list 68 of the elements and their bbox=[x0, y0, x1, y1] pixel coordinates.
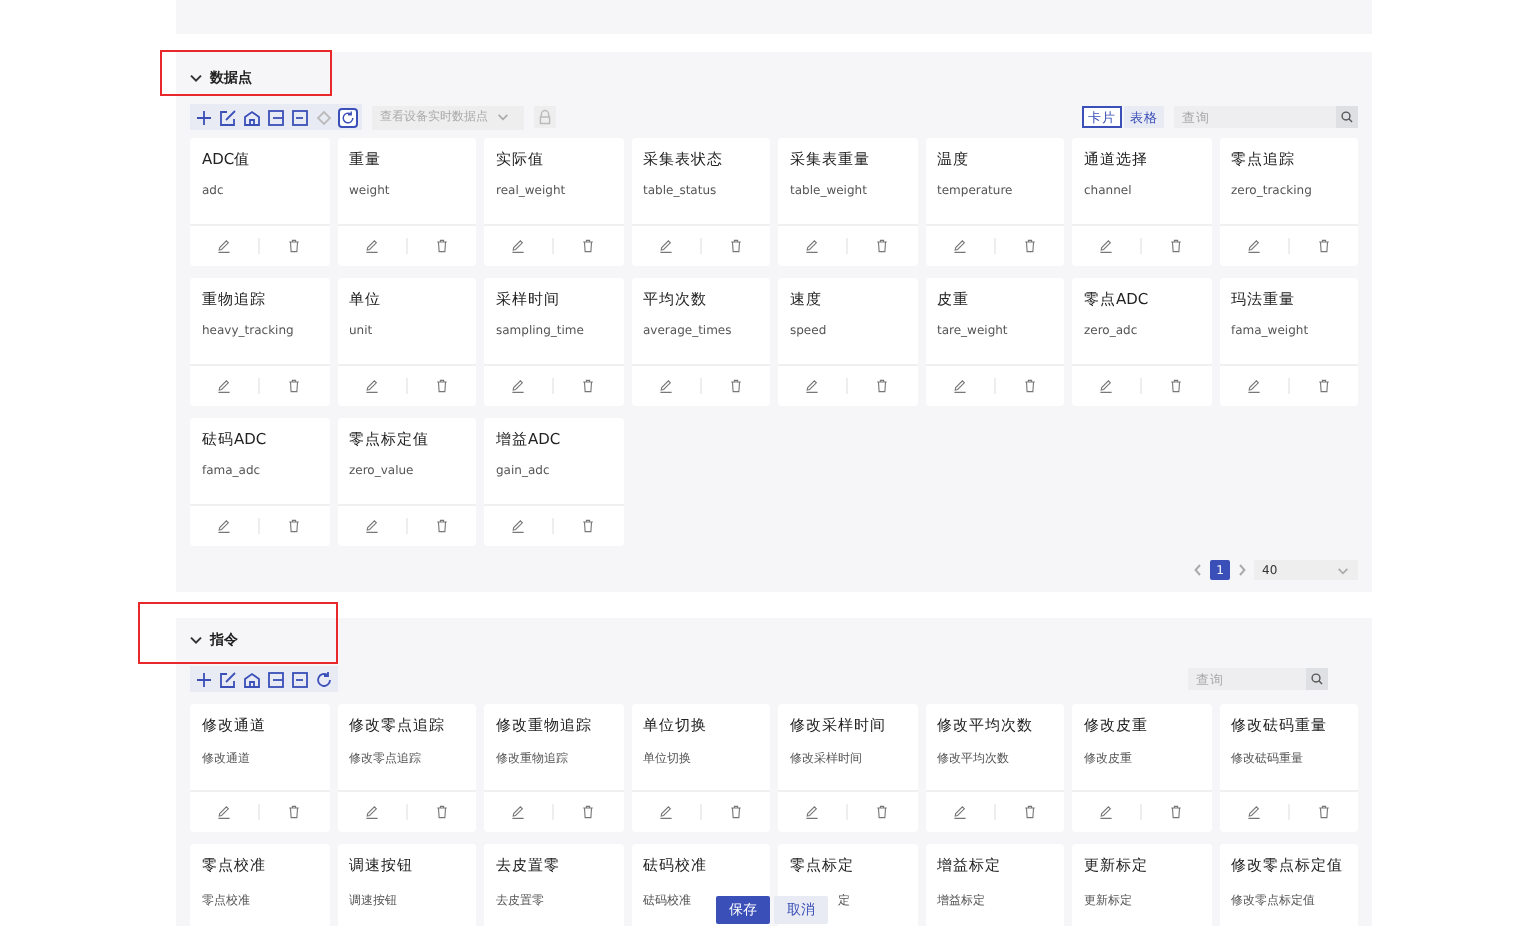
edit-icon[interactable] bbox=[657, 237, 674, 254]
edit-icon[interactable] bbox=[951, 237, 968, 254]
trash-icon[interactable] bbox=[1168, 377, 1185, 394]
edit-icon[interactable] bbox=[363, 377, 380, 394]
trash-icon[interactable] bbox=[727, 377, 744, 394]
trash-icon[interactable] bbox=[580, 377, 597, 394]
import-icon[interactable] bbox=[266, 107, 286, 127]
trash-icon[interactable] bbox=[580, 237, 597, 254]
edit-icon[interactable] bbox=[216, 517, 233, 534]
trash-icon[interactable] bbox=[286, 377, 303, 394]
edit-icon[interactable] bbox=[510, 237, 527, 254]
edit-icon[interactable] bbox=[804, 237, 821, 254]
trash-icon[interactable] bbox=[433, 803, 450, 820]
home-icon[interactable] bbox=[242, 669, 262, 689]
edit-icon[interactable] bbox=[1098, 377, 1115, 394]
trash-icon[interactable] bbox=[433, 377, 450, 394]
edit-icon[interactable] bbox=[1245, 377, 1262, 394]
import-icon[interactable] bbox=[266, 669, 286, 689]
add-icon[interactable] bbox=[194, 107, 214, 127]
edit-icon[interactable] bbox=[218, 669, 238, 689]
edit-icon[interactable] bbox=[804, 377, 821, 394]
edit-icon[interactable] bbox=[657, 377, 674, 394]
trash-icon[interactable] bbox=[1168, 237, 1185, 254]
trash-icon[interactable] bbox=[874, 377, 891, 394]
trash-icon[interactable] bbox=[286, 237, 303, 254]
trash-icon[interactable] bbox=[1168, 803, 1185, 820]
home-icon[interactable] bbox=[242, 107, 262, 127]
refresh-icon[interactable] bbox=[338, 107, 358, 127]
edit-icon[interactable] bbox=[363, 803, 380, 820]
trash-icon[interactable] bbox=[727, 237, 744, 254]
trash-icon[interactable] bbox=[286, 803, 303, 820]
trash-icon[interactable] bbox=[874, 803, 891, 820]
trash-icon[interactable] bbox=[580, 517, 597, 534]
edit-icon[interactable] bbox=[804, 803, 821, 820]
export-icon[interactable] bbox=[290, 669, 310, 689]
trash-icon[interactable] bbox=[580, 803, 597, 820]
edit-icon[interactable] bbox=[216, 377, 233, 394]
trash-icon[interactable] bbox=[1021, 237, 1038, 254]
trash-icon[interactable] bbox=[433, 237, 450, 254]
trash-icon[interactable] bbox=[1315, 377, 1332, 394]
add-icon[interactable] bbox=[194, 669, 214, 689]
edit-icon[interactable] bbox=[363, 517, 380, 534]
trash-icon[interactable] bbox=[727, 803, 744, 820]
trash-icon[interactable] bbox=[286, 517, 303, 534]
edit-icon[interactable] bbox=[657, 803, 674, 820]
edit-icon[interactable] bbox=[218, 107, 238, 127]
edit-icon[interactable] bbox=[216, 237, 233, 254]
trash-icon[interactable] bbox=[1315, 237, 1332, 254]
trash-icon[interactable] bbox=[1021, 803, 1038, 820]
edit-icon[interactable] bbox=[1098, 237, 1115, 254]
edit-icon[interactable] bbox=[216, 803, 233, 820]
chevron-icon[interactable] bbox=[188, 632, 204, 648]
edit-icon[interactable] bbox=[951, 803, 968, 820]
trash-icon[interactable] bbox=[1315, 803, 1332, 820]
export-icon[interactable] bbox=[290, 107, 310, 127]
edit-icon[interactable] bbox=[1098, 803, 1115, 820]
edit-icon[interactable] bbox=[951, 377, 968, 394]
edit-icon[interactable] bbox=[1245, 803, 1262, 820]
edit-icon[interactable] bbox=[510, 377, 527, 394]
edit-icon[interactable] bbox=[363, 237, 380, 254]
trash-icon[interactable] bbox=[433, 517, 450, 534]
edit-icon[interactable] bbox=[510, 517, 527, 534]
refresh-icon[interactable] bbox=[314, 669, 334, 689]
trash-icon[interactable] bbox=[874, 237, 891, 254]
chevron-icon[interactable] bbox=[188, 70, 204, 86]
edit-icon[interactable] bbox=[1245, 237, 1262, 254]
edit-icon[interactable] bbox=[510, 803, 527, 820]
trash-icon[interactable] bbox=[1021, 377, 1038, 394]
